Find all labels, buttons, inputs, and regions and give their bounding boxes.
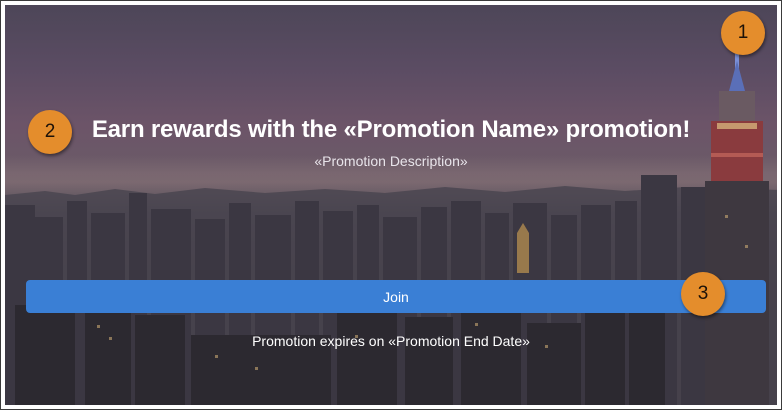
screenshot-frame: Earn rewards with the «Promotion Name» p… <box>0 0 782 410</box>
callout-badge-3: 3 <box>681 272 725 316</box>
promotion-title: Earn rewards with the «Promotion Name» p… <box>91 116 691 143</box>
promotion-expiry-text: Promotion expires on «Promotion End Date… <box>252 333 530 349</box>
promotion-description: «Promotion Description» <box>314 153 468 169</box>
callout-badge-1: 1 <box>721 11 765 55</box>
city-background-image: Earn rewards with the «Promotion Name» p… <box>5 5 777 405</box>
callout-badge-2: 2 <box>28 110 72 154</box>
join-button[interactable]: Join <box>26 280 766 313</box>
